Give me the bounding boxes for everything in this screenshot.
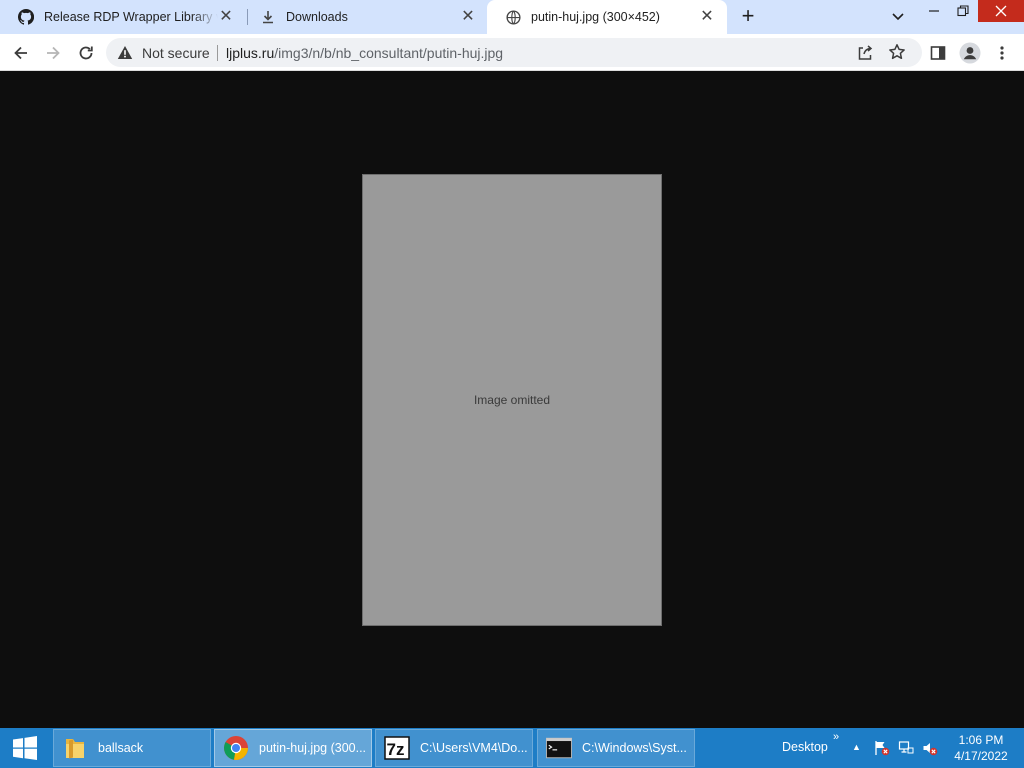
profile-avatar-icon: [959, 42, 981, 64]
chrome-icon: [223, 735, 249, 761]
image-viewer: Image omitted: [0, 71, 1024, 728]
url-path: /img3/n/b/nb_consultant/putin-huj.jpg: [274, 45, 504, 61]
taskbar-item-cmd[interactable]: C:\Windows\Syst...: [537, 729, 695, 767]
tab-strip: Release RDP Wrapper Library v1.6 ✕ Downl…: [0, 0, 1024, 34]
windows-logo-icon: [13, 736, 37, 760]
toolbar-overflow-icon[interactable]: »: [833, 731, 839, 743]
7zip-icon: 7z: [384, 735, 410, 761]
close-tab-icon[interactable]: ✕: [699, 9, 715, 25]
address-divider: [217, 45, 218, 61]
tab-image[interactable]: putin-huj.jpg (300×452) ✕: [487, 0, 727, 34]
url-text[interactable]: ljplus.ru/img3/n/b/nb_consultant/putin-h…: [226, 45, 503, 61]
security-label[interactable]: Not secure: [142, 45, 210, 61]
tab-search-chevron-icon[interactable]: [889, 9, 907, 25]
side-panel-icon: [930, 46, 946, 60]
tab-title: putin-huj.jpg (300×452): [531, 10, 660, 24]
close-tab-icon[interactable]: ✕: [460, 9, 476, 25]
profile-button[interactable]: [957, 40, 983, 66]
close-tab-icon[interactable]: ✕: [218, 9, 234, 25]
minimize-button[interactable]: [919, 0, 949, 22]
clock-date: 4/17/2022: [954, 749, 1008, 763]
network-icon[interactable]: [898, 740, 914, 756]
volume-muted-icon[interactable]: [922, 740, 938, 756]
share-icon[interactable]: [856, 44, 874, 62]
forward-button[interactable]: [40, 40, 66, 66]
tab-title: Downloads: [286, 10, 348, 24]
desktop-toolbar-label[interactable]: Desktop: [782, 740, 828, 754]
taskbar-item-label: C:\Users\VM4\Do...: [420, 741, 528, 755]
menu-button[interactable]: [989, 40, 1015, 66]
back-button[interactable]: [8, 40, 34, 66]
folder-icon: [62, 735, 88, 761]
url-host: ljplus.ru: [226, 45, 275, 61]
tab-rdp-wrapper[interactable]: Release RDP Wrapper Library v1.6 ✕: [0, 0, 246, 34]
taskbar-item-label: ballsack: [98, 741, 144, 755]
svg-text:7z: 7z: [387, 740, 405, 759]
displayed-image-placeholder[interactable]: Image omitted: [362, 174, 662, 626]
taskbar-item-label: C:\Windows\Syst...: [582, 741, 687, 755]
start-button[interactable]: [0, 728, 50, 768]
globe-icon: [505, 9, 521, 25]
taskbar-item-explorer[interactable]: ballsack: [53, 729, 211, 767]
taskbar-item-chrome[interactable]: putin-huj.jpg (300...: [214, 729, 372, 767]
bookmark-star-icon[interactable]: [888, 43, 906, 61]
action-center-flag-icon[interactable]: [874, 740, 890, 756]
browser-toolbar: Not secure ljplus.ru/img3/n/b/nb_consult…: [0, 34, 1024, 71]
reload-button[interactable]: [73, 40, 99, 66]
clock-time: 1:06 PM: [958, 733, 1004, 747]
show-hidden-icons-icon[interactable]: ▲: [852, 742, 861, 752]
tab-title: Release RDP Wrapper Library v1.6: [44, 10, 218, 24]
taskbar-item-label: putin-huj.jpg (300...: [259, 741, 367, 755]
kebab-menu-icon: [1000, 46, 1004, 60]
restore-button[interactable]: [948, 0, 978, 22]
forward-arrow-icon: [47, 46, 60, 60]
cmd-icon: [546, 735, 572, 761]
back-arrow-icon: [14, 46, 27, 60]
github-icon: [18, 9, 34, 25]
tab-downloads[interactable]: Downloads ✕: [242, 0, 488, 34]
taskbar: ballsack putin-huj.jpg (300... 7z C:\Use…: [0, 728, 1024, 768]
reload-icon: [79, 46, 93, 60]
side-panel-button[interactable]: [925, 40, 951, 66]
taskbar-item-7zip[interactable]: 7z C:\Users\VM4\Do...: [375, 729, 533, 767]
warning-icon[interactable]: [117, 45, 133, 60]
download-icon: [260, 9, 276, 25]
address-bar[interactable]: Not secure ljplus.ru/img3/n/b/nb_consult…: [106, 38, 922, 67]
close-window-button[interactable]: [978, 0, 1024, 22]
new-tab-button[interactable]: +: [736, 5, 760, 29]
system-clock[interactable]: 1:06 PM 4/17/2022: [942, 732, 1020, 764]
